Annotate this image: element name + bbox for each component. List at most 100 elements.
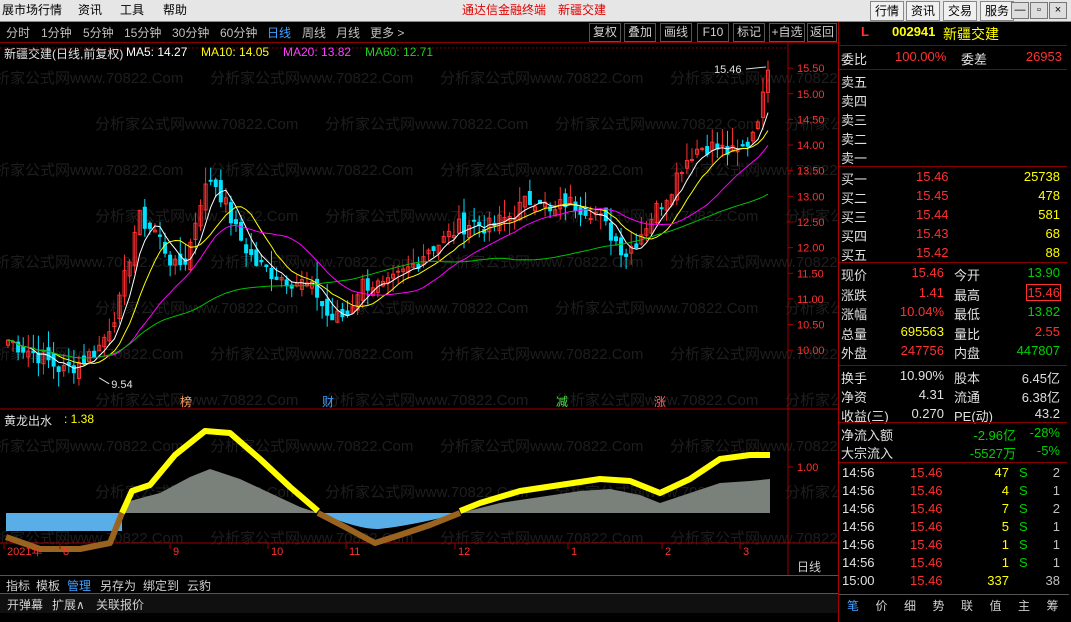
f10-button[interactable]: F10 <box>697 23 729 42</box>
candle-body <box>472 219 477 222</box>
danmaku-toggle[interactable]: 开弹幕 <box>7 596 43 613</box>
tab-bind-to[interactable]: 绑定到 <box>143 577 179 594</box>
stat-label: 股本 <box>954 371 981 386</box>
candle-body <box>527 190 532 206</box>
quote-tab[interactable]: 联 <box>961 597 973 614</box>
tick-time: 14:56 <box>842 465 875 480</box>
period-60min[interactable]: 60分钟 <box>220 24 257 41</box>
tick-price: 15.46 <box>910 555 943 570</box>
buy-row[interactable]: 买一 15.46 25738 <box>839 169 1064 188</box>
order-label: 买二 <box>841 191 868 206</box>
candle-body <box>228 202 233 224</box>
sell-row[interactable]: 卖一 <box>839 148 1064 167</box>
stat-label: 涨幅 <box>841 307 868 322</box>
tick-time: 14:56 <box>842 519 875 534</box>
quote-tab[interactable]: 细 <box>904 597 916 614</box>
watermark-text: 分析家公式网www.70822.Com <box>210 162 413 179</box>
quote-tab[interactable]: 主 <box>1018 597 1030 614</box>
tab-template[interactable]: 模板 <box>36 577 60 594</box>
quote-button[interactable]: 行情 <box>870 1 904 21</box>
price-tick-label: 11.50 <box>797 268 824 280</box>
linked-quote-button[interactable]: 关联报价 <box>96 596 144 613</box>
buy-row[interactable]: 买三 15.44 581 <box>839 207 1064 226</box>
period-15min[interactable]: 15分钟 <box>124 24 161 41</box>
watermark-text: 分析家公式网www.70822.Com <box>210 346 413 363</box>
watermark-text: 分析家公式网www.70822.Com <box>0 70 183 87</box>
stock-name: 新疆交建 <box>943 26 999 42</box>
stat-value: 10.04% <box>899 304 944 319</box>
candle-body <box>315 278 320 298</box>
tab-save-as[interactable]: 另存为 <box>100 577 136 594</box>
quote-tab[interactable]: 筹 <box>1047 597 1059 614</box>
watermark-text: 分析家公式网www.70822.Com <box>440 162 643 179</box>
candle-body <box>147 222 152 229</box>
watermark-text: 分析家公式网www.70822.Com <box>670 530 838 547</box>
flow-row: 大宗流入 -5527万 -5% <box>839 443 1064 462</box>
event-marker[interactable]: 减 <box>556 395 568 409</box>
candle-body <box>254 249 259 266</box>
period-30min[interactable]: 30分钟 <box>172 24 209 41</box>
draw-line-button[interactable]: 画线 <box>660 23 692 42</box>
app-title: 通达信金融终端 <box>462 3 547 17</box>
tab-indicator[interactable]: 指标 <box>6 577 30 594</box>
period-daily[interactable]: 日线 <box>267 24 291 41</box>
chart-area[interactable]: 分析家公式网www.70822.Com 分析家公式网www.70822.Com 分析… <box>0 43 838 591</box>
stat-row: 外盘 247756 内盘 447807 <box>839 343 1064 362</box>
menu-help[interactable]: 帮助 <box>163 2 187 18</box>
menu-market[interactable]: 展市场行情 <box>2 2 62 18</box>
sell-row[interactable]: 卖五 <box>839 72 1064 91</box>
tab-yunbao[interactable]: 云豹 <box>187 577 211 594</box>
event-marker[interactable]: 涨 <box>654 394 666 409</box>
quote-tab[interactable]: 势 <box>933 597 945 614</box>
period-timeshare[interactable]: 分时 <box>6 24 30 41</box>
sell-row[interactable]: 卖四 <box>839 91 1064 110</box>
tick-time: 14:56 <box>842 555 875 570</box>
buy-row[interactable]: 买四 15.43 68 <box>839 226 1064 245</box>
event-marker[interactable]: 榜 <box>180 394 192 409</box>
candle-body <box>157 234 163 237</box>
add-watchlist-button[interactable]: +自选 <box>769 23 805 42</box>
quote-header: L 002941 新疆交建 <box>839 24 1064 44</box>
period-1min[interactable]: 1分钟 <box>41 24 72 41</box>
low-price-label: 9.54 <box>111 379 132 391</box>
kline-chart[interactable]: 分析家公式网www.70822.Com 分析家公式网www.70822.Com 分析… <box>0 43 838 575</box>
trade-button[interactable]: 交易 <box>943 1 977 21</box>
mark-button[interactable]: 标记 <box>733 23 765 42</box>
stat-label: 最低 <box>954 307 981 322</box>
tab-manage[interactable]: 管理 <box>67 577 91 594</box>
service-button[interactable]: 服务 <box>980 1 1014 21</box>
period-monthly[interactable]: 月线 <box>336 24 360 41</box>
tick-time: 14:56 <box>842 537 875 552</box>
stat-label: 涨跌 <box>841 287 868 303</box>
overlay-button[interactable]: 叠加 <box>624 23 656 42</box>
restore-rights-button[interactable]: 复权 <box>589 23 621 42</box>
period-more[interactable]: 更多 > <box>370 24 404 41</box>
expand-toggle[interactable]: 扩展∧ <box>52 596 85 613</box>
quote-tab[interactable]: 值 <box>990 597 1002 614</box>
watermark-text: 分析家公式网www.70822.Com <box>210 254 413 271</box>
close-icon[interactable]: × <box>1049 2 1067 19</box>
sell-row[interactable]: 卖二 <box>839 129 1064 148</box>
candle-body <box>71 365 76 374</box>
minimize-icon[interactable]: — <box>1011 2 1029 19</box>
maximize-icon[interactable]: ▫ <box>1030 2 1048 19</box>
buy-row[interactable]: 买二 15.45 478 <box>839 188 1064 207</box>
weicha-label: 委差 <box>961 52 988 67</box>
indicator-value: : 1.38 <box>64 412 95 426</box>
sell-row[interactable]: 卖三 <box>839 110 1064 129</box>
event-marker[interactable]: 财 <box>322 395 334 409</box>
period-axis-label: 日线 <box>797 560 822 574</box>
period-5min[interactable]: 5分钟 <box>83 24 114 41</box>
menu-news[interactable]: 资讯 <box>78 2 102 18</box>
separator <box>839 45 1067 46</box>
candle-body <box>269 267 274 280</box>
quote-tab[interactable]: 价 <box>876 597 888 614</box>
tick-row: 14:56 15.46 4 S 1 <box>839 483 1064 502</box>
info-button[interactable]: 资讯 <box>906 1 940 21</box>
quote-tab[interactable]: 笔 <box>847 597 859 614</box>
back-button[interactable]: 返回 <box>807 23 837 42</box>
order-volume: 25738 <box>1023 169 1060 184</box>
candle-body <box>274 276 279 280</box>
menu-tools[interactable]: 工具 <box>120 2 144 18</box>
period-weekly[interactable]: 周线 <box>302 24 326 41</box>
